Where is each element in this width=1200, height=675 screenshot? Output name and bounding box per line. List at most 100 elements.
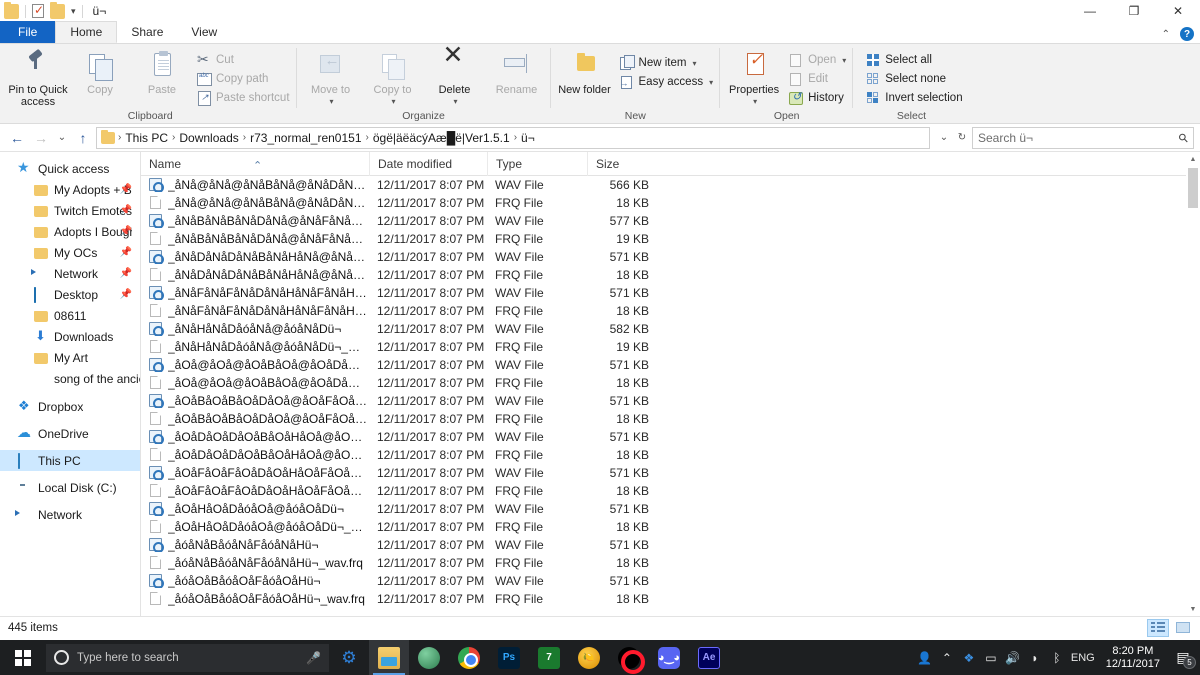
refresh-button[interactable]: ↻ bbox=[954, 127, 970, 149]
select-all-button[interactable]: Select all bbox=[863, 52, 965, 68]
opera-gx-icon[interactable] bbox=[609, 640, 649, 675]
table-row[interactable]: _åóåOåBåóåOåFåóåOåHü¬_wav.frq 12/11/2017 … bbox=[141, 590, 1200, 608]
table-row[interactable]: _åóåNåBåóåNåFåóåNåHü¬_wav.frq 12/11/2017 … bbox=[141, 554, 1200, 572]
nav-item-my-ocs[interactable]: My OCs 📌 bbox=[0, 242, 140, 263]
invert-selection-button[interactable]: Invert selection bbox=[863, 90, 965, 106]
chevron-down-icon[interactable]: ▾ bbox=[71, 6, 76, 16]
seven-zip-icon[interactable]: 7 bbox=[529, 640, 569, 675]
forward-button[interactable]: → bbox=[30, 127, 52, 149]
chevron-down-icon[interactable]: ▾ bbox=[753, 96, 757, 108]
tab-home[interactable]: Home bbox=[55, 21, 118, 43]
nav-item-song-of-the-ancient[interactable]: song of the ancient bbox=[0, 368, 140, 389]
open-button[interactable]: Open ▾ bbox=[786, 52, 849, 68]
chrome-icon[interactable] bbox=[449, 640, 489, 675]
table-row[interactable]: _åNåDåNåDåNåBåNåHåNå@åNåHåNåBü¬ 12/11/201… bbox=[141, 248, 1200, 266]
after-effects-icon[interactable]: Ae bbox=[689, 640, 729, 675]
copy-to-button[interactable]: Copy to ▾ bbox=[363, 49, 423, 108]
table-row[interactable]: _åNåDåNåDåNåBåNåHåNå@åNåHåNåB... 12/11/20… bbox=[141, 266, 1200, 284]
breadcrumb[interactable]: › This PC › Downloads › r73_normal_ren01… bbox=[96, 126, 930, 149]
new-folder-button[interactable]: New folder bbox=[555, 49, 615, 96]
rename-button[interactable]: Rename bbox=[487, 49, 547, 96]
column-header-type[interactable]: Type bbox=[487, 152, 587, 176]
folder-icon[interactable] bbox=[50, 1, 65, 19]
table-row[interactable]: _åOåBåOåBåOåDåOå@åOåFåOåBåOåFü... 12/11/2… bbox=[141, 410, 1200, 428]
pin-to-quick-access-button[interactable]: Pin to Quick access bbox=[8, 49, 68, 108]
search-input[interactable]: Type here to search bbox=[77, 652, 298, 664]
table-row[interactable]: _åNåBåNåBåNåDåNå@åNåFåNåBåNåFü¬ 12/11/201… bbox=[141, 212, 1200, 230]
nav-item-onedrive[interactable]: OneDrive bbox=[0, 423, 140, 444]
vertical-scrollbar[interactable]: ▲ ▼ bbox=[1186, 152, 1200, 616]
properties-check-icon[interactable] bbox=[32, 3, 44, 18]
move-to-button[interactable]: Move to▾ bbox=[301, 49, 361, 108]
table-row[interactable]: _åOåDåOåDåOåBåOåHåOå@åOåHåOåBü¬ 12/11/201… bbox=[141, 428, 1200, 446]
people-icon[interactable]: 👤 bbox=[914, 640, 936, 675]
table-row[interactable]: _åNåFåNåFåNåDåNåHåNåFåNåHåNåHü... 12/11/2… bbox=[141, 302, 1200, 320]
table-row[interactable]: _åOåFåOåFåOåDåOåHåOåFåOåHåOåHü... 12/11/2… bbox=[141, 482, 1200, 500]
clock[interactable]: 8:20 PM 12/11/2017 bbox=[1098, 640, 1168, 675]
chevron-down-icon[interactable]: ▾ bbox=[709, 78, 713, 87]
table-row[interactable]: _åNåHåNåDåóåNå@åóåNåDü¬ 12/11/2017 8:07 P… bbox=[141, 320, 1200, 338]
breadcrumb-item-this-pc[interactable]: This PC bbox=[122, 131, 171, 145]
paste-button[interactable]: Paste bbox=[132, 49, 192, 96]
scrollbar-track[interactable] bbox=[1186, 166, 1200, 602]
nav-item-dropbox[interactable]: Dropbox bbox=[0, 396, 140, 417]
recent-locations-button[interactable]: ⌄ bbox=[54, 127, 70, 149]
settings-gear-icon[interactable]: ⚙ bbox=[329, 640, 369, 675]
table-row[interactable]: _åOåDåOåDåOåBåOåHåOå@åOåHåOåB... 12/11/20… bbox=[141, 446, 1200, 464]
help-icon[interactable]: ? bbox=[1180, 27, 1194, 41]
nav-item-local-disk-c[interactable]: Local Disk (C:) bbox=[0, 477, 140, 498]
volume-icon[interactable]: 🔊 bbox=[1002, 640, 1024, 675]
folder-icon[interactable] bbox=[4, 1, 19, 19]
restore-button[interactable]: ❐ bbox=[1112, 0, 1156, 22]
minimize-button[interactable]: — bbox=[1068, 0, 1112, 22]
table-row[interactable]: _åNåHåNåDåóåNå@åóåNåDü¬_wav.frq 12/11/201… bbox=[141, 338, 1200, 356]
nav-item-network-qa[interactable]: Network 📌 bbox=[0, 263, 140, 284]
nav-item-08611[interactable]: 08611 bbox=[0, 305, 140, 326]
nav-item-downloads[interactable]: Downloads bbox=[0, 326, 140, 347]
scroll-up-button[interactable]: ▲ bbox=[1186, 152, 1200, 166]
table-row[interactable]: _åóåNåBåóåNåFåóåNåHü¬ 12/11/2017 8:07 PM W… bbox=[141, 536, 1200, 554]
table-row[interactable]: _åNå@åNå@åNåBåNå@åNåDåNåFåNå@... 12/11/20… bbox=[141, 176, 1200, 194]
copy-button[interactable]: Copy bbox=[70, 49, 130, 96]
copy-path-button[interactable]: Copy path bbox=[194, 71, 293, 87]
chevron-down-icon[interactable]: ▾ bbox=[392, 96, 396, 108]
tab-file[interactable]: File bbox=[0, 21, 56, 43]
table-row[interactable]: _åOåHåOåDåóåOå@åóåOåDü¬_wav.frq 12/11/201… bbox=[141, 518, 1200, 536]
taskbar-search-box[interactable]: Type here to search 🎤 bbox=[46, 643, 329, 672]
column-header-name[interactable]: Name ⌃ bbox=[141, 152, 369, 176]
chevron-down-icon[interactable]: ▾ bbox=[454, 96, 458, 108]
column-header-size[interactable]: Size bbox=[587, 152, 655, 176]
nav-item-network[interactable]: Network bbox=[0, 504, 140, 525]
table-row[interactable]: _åOåBåOåBåOåDåOå@åOåFåOåBåOåFü¬ 12/11/201… bbox=[141, 392, 1200, 410]
table-row[interactable]: _åNå@åNå@åNåBåNå@åNåDåNåFåNå@... 12/11/20… bbox=[141, 194, 1200, 212]
search-input[interactable]: Search ü¬ bbox=[978, 131, 1179, 145]
history-button[interactable]: History bbox=[786, 90, 849, 106]
tab-share[interactable]: Share bbox=[117, 21, 177, 43]
chevron-down-icon[interactable]: ▾ bbox=[692, 59, 696, 68]
easy-access-button[interactable]: Easy access ▾ bbox=[617, 74, 717, 90]
table-row[interactable]: _åOåHåOåDåóåOå@åóåOåDü¬ 12/11/2017 8:07 P… bbox=[141, 500, 1200, 518]
file-explorer-icon[interactable] bbox=[369, 640, 409, 675]
fl-studio-icon[interactable]: 🍋 bbox=[569, 640, 609, 675]
back-button[interactable]: ← bbox=[6, 127, 28, 149]
details-view-button[interactable] bbox=[1147, 618, 1169, 637]
table-row[interactable]: _åNåBåNåBåNåDåNå@åNåFåNåBåNåFü... 12/11/2… bbox=[141, 230, 1200, 248]
tab-view[interactable]: View bbox=[177, 21, 231, 43]
scroll-down-button[interactable]: ▼ bbox=[1186, 602, 1200, 616]
photoshop-icon[interactable]: Ps bbox=[489, 640, 529, 675]
collapse-ribbon-icon[interactable]: ⌃ bbox=[1162, 29, 1170, 40]
table-row[interactable]: _åóåOåBåóåOåFåóåOåHü¬ 12/11/2017 8:07 PM W… bbox=[141, 572, 1200, 590]
table-row[interactable]: _åNåFåNåFåNåDåNåHåNåFåNåHåNåHü¬ 12/11/201… bbox=[141, 284, 1200, 302]
language-indicator[interactable]: ENG bbox=[1068, 640, 1098, 675]
nav-item-desktop[interactable]: Desktop 📌 bbox=[0, 284, 140, 305]
up-button[interactable]: ↑ bbox=[72, 127, 94, 149]
table-row[interactable]: _åOåFåOåFåOåDåOåHåOåFåOåHåOåHü¬ 12/11/201… bbox=[141, 464, 1200, 482]
properties-button[interactable]: Properties ▾ bbox=[724, 49, 784, 108]
table-row[interactable]: _åOå@åOå@åOåBåOå@åOåDåOåFåOå@... 12/11/20… bbox=[141, 356, 1200, 374]
nav-item-quick-access[interactable]: Quick access bbox=[0, 158, 140, 179]
delete-button[interactable]: Delete ▾ bbox=[425, 49, 485, 108]
column-header-date-modified[interactable]: Date modified bbox=[369, 152, 487, 176]
new-item-button[interactable]: New item ▾ bbox=[617, 54, 717, 71]
chevron-down-icon[interactable]: ▾ bbox=[330, 96, 334, 108]
chevron-down-icon[interactable]: ▾ bbox=[842, 56, 846, 65]
